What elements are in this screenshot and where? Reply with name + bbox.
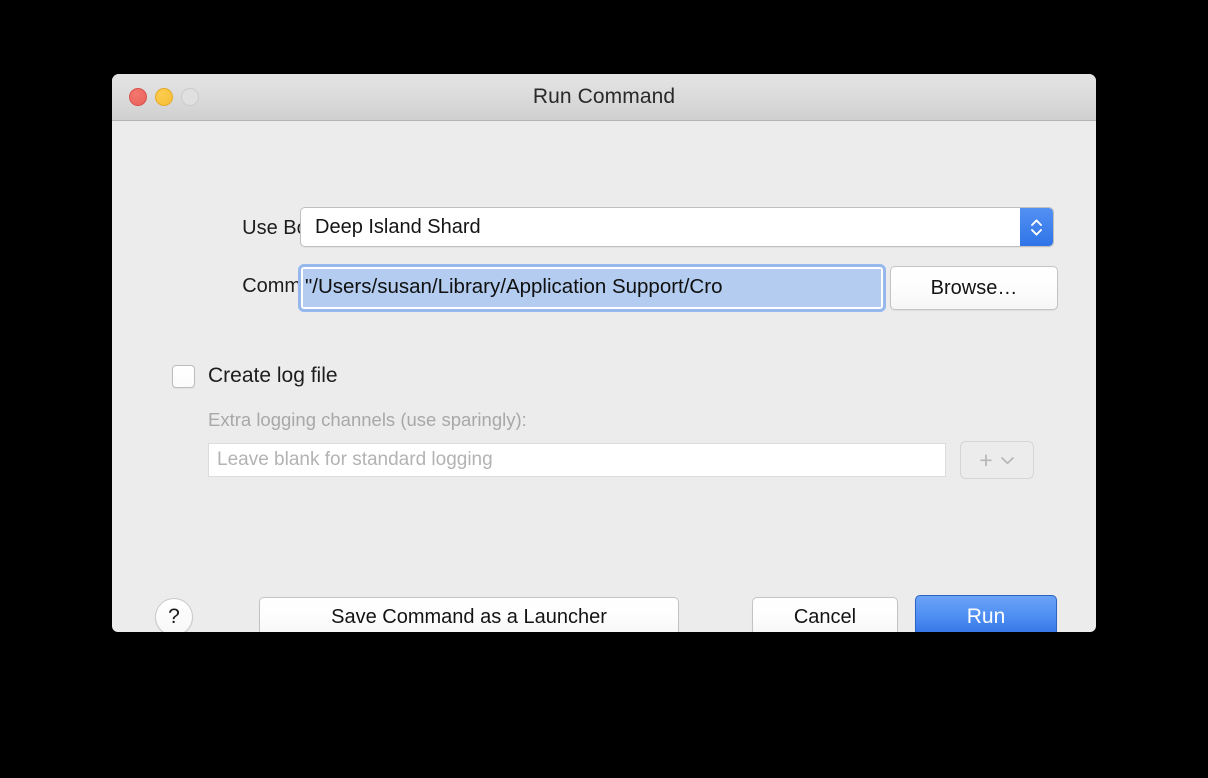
window-title: Run Command bbox=[532, 85, 676, 108]
logging-channels-placeholder: Leave blank for standard logging bbox=[217, 449, 493, 470]
window-titlebar: Run Command bbox=[112, 74, 1096, 121]
chevron-up-icon bbox=[1031, 218, 1042, 226]
chevron-down-icon bbox=[1031, 228, 1042, 236]
create-log-file-row[interactable]: Create log file bbox=[172, 364, 338, 388]
bottle-select[interactable]: Deep Island Shard bbox=[300, 207, 1054, 247]
command-input[interactable]: "/Users/susan/Library/Application Suppor… bbox=[302, 268, 882, 308]
save-command-as-launcher-button[interactable]: Save Command as a Launcher bbox=[259, 597, 679, 632]
create-log-file-checkbox[interactable] bbox=[172, 364, 195, 388]
create-log-file-label: Create log file bbox=[208, 364, 338, 387]
help-button[interactable]: ? bbox=[155, 598, 193, 632]
command-input-focus-ring: "/Users/susan/Library/Application Suppor… bbox=[298, 264, 886, 312]
command-input-value: "/Users/susan/Library/Application Suppor… bbox=[303, 269, 881, 307]
run-command-dialog: Run Command Use Bottle: Deep Island Shar… bbox=[112, 74, 1096, 632]
dialog-content: Use Bottle: Deep Island Shard Command: "… bbox=[112, 121, 1096, 632]
bottle-stepper-button[interactable] bbox=[1020, 208, 1053, 246]
plus-icon: + bbox=[979, 446, 993, 473]
add-logging-channel-button: + bbox=[960, 441, 1034, 479]
logging-channels-input[interactable]: Leave blank for standard logging bbox=[208, 443, 946, 477]
cancel-button[interactable]: Cancel bbox=[752, 597, 898, 632]
run-button[interactable]: Run bbox=[915, 595, 1057, 632]
bottle-selected-value: Deep Island Shard bbox=[315, 215, 481, 238]
browse-button[interactable]: Browse… bbox=[890, 266, 1058, 310]
logging-channels-caption: Extra logging channels (use sparingly): bbox=[208, 409, 527, 430]
chevron-down-icon bbox=[1000, 456, 1014, 464]
